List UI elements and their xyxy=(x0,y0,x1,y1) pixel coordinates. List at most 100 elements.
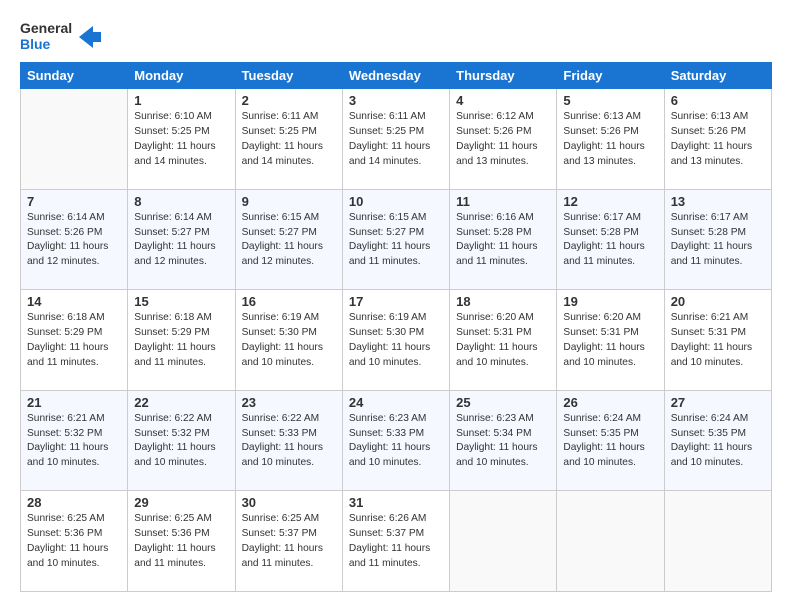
calendar-cell: 2 Sunrise: 6:11 AMSunset: 5:25 PMDaylight… xyxy=(235,89,342,190)
calendar-cell: 13 Sunrise: 6:17 AMSunset: 5:28 PMDayligh… xyxy=(664,189,771,290)
day-number: 11 xyxy=(456,194,550,209)
day-info: Sunrise: 6:19 AMSunset: 5:30 PMDaylight:… xyxy=(349,311,443,370)
day-number: 17 xyxy=(349,294,443,309)
day-number: 20 xyxy=(671,294,765,309)
day-info: Sunrise: 6:21 AMSunset: 5:31 PMDaylight:… xyxy=(671,311,765,370)
calendar-cell: 5 Sunrise: 6:13 AMSunset: 5:26 PMDaylight… xyxy=(557,89,664,190)
day-info: Sunrise: 6:11 AMSunset: 5:25 PMDaylight:… xyxy=(242,110,336,169)
day-info: Sunrise: 6:24 AMSunset: 5:35 PMDaylight:… xyxy=(671,412,765,471)
day-number: 16 xyxy=(242,294,336,309)
day-number: 15 xyxy=(134,294,228,309)
calendar-cell: 26 Sunrise: 6:24 AMSunset: 5:35 PMDayligh… xyxy=(557,390,664,491)
calendar-cell xyxy=(21,89,128,190)
day-info: Sunrise: 6:10 AMSunset: 5:25 PMDaylight:… xyxy=(134,110,228,169)
calendar-cell: 24 Sunrise: 6:23 AMSunset: 5:33 PMDayligh… xyxy=(342,390,449,491)
calendar-cell: 6 Sunrise: 6:13 AMSunset: 5:26 PMDaylight… xyxy=(664,89,771,190)
weekday-header-wednesday: Wednesday xyxy=(342,63,449,89)
day-info: Sunrise: 6:11 AMSunset: 5:25 PMDaylight:… xyxy=(349,110,443,169)
day-info: Sunrise: 6:21 AMSunset: 5:32 PMDaylight:… xyxy=(27,412,121,471)
calendar-cell: 14Sunrise: 6:18 AMSunset: 5:29 PMDayligh… xyxy=(21,290,128,391)
day-number: 5 xyxy=(563,93,657,108)
day-info: Sunrise: 6:20 AMSunset: 5:31 PMDaylight:… xyxy=(456,311,550,370)
weekday-header-sunday: Sunday xyxy=(21,63,128,89)
day-number: 2 xyxy=(242,93,336,108)
day-number: 10 xyxy=(349,194,443,209)
calendar-cell: 12 Sunrise: 6:17 AMSunset: 5:28 PMDayligh… xyxy=(557,189,664,290)
weekday-header-tuesday: Tuesday xyxy=(235,63,342,89)
day-info: Sunrise: 6:17 AMSunset: 5:28 PMDaylight:… xyxy=(563,211,657,270)
day-number: 29 xyxy=(134,495,228,510)
calendar-cell: 30 Sunrise: 6:25 AMSunset: 5:37 PMDayligh… xyxy=(235,491,342,592)
weekday-header-friday: Friday xyxy=(557,63,664,89)
day-info: Sunrise: 6:25 AMSunset: 5:36 PMDaylight:… xyxy=(27,512,121,571)
day-info: Sunrise: 6:23 AMSunset: 5:34 PMDaylight:… xyxy=(456,412,550,471)
day-number: 4 xyxy=(456,93,550,108)
calendar-cell xyxy=(557,491,664,592)
calendar-cell: 4 Sunrise: 6:12 AMSunset: 5:26 PMDaylight… xyxy=(450,89,557,190)
day-info: Sunrise: 6:25 AMSunset: 5:37 PMDaylight:… xyxy=(242,512,336,571)
day-number: 6 xyxy=(671,93,765,108)
day-info: Sunrise: 6:18 AMSunset: 5:29 PMDaylight:… xyxy=(134,311,228,370)
logo-blue: Blue xyxy=(20,36,72,52)
calendar-cell: 7Sunrise: 6:14 AMSunset: 5:26 PMDaylight… xyxy=(21,189,128,290)
day-info: Sunrise: 6:16 AMSunset: 5:28 PMDaylight:… xyxy=(456,211,550,270)
day-info: Sunrise: 6:22 AMSunset: 5:32 PMDaylight:… xyxy=(134,412,228,471)
logo-general: General xyxy=(20,20,72,36)
day-number: 9 xyxy=(242,194,336,209)
day-number: 12 xyxy=(563,194,657,209)
calendar-cell: 18 Sunrise: 6:20 AMSunset: 5:31 PMDayligh… xyxy=(450,290,557,391)
day-number: 21 xyxy=(27,395,121,410)
weekday-header-saturday: Saturday xyxy=(664,63,771,89)
calendar-table: SundayMondayTuesdayWednesdayThursdayFrid… xyxy=(20,62,772,592)
day-number: 28 xyxy=(27,495,121,510)
day-info: Sunrise: 6:15 AMSunset: 5:27 PMDaylight:… xyxy=(242,211,336,270)
day-number: 31 xyxy=(349,495,443,510)
day-info: Sunrise: 6:17 AMSunset: 5:28 PMDaylight:… xyxy=(671,211,765,270)
day-info: Sunrise: 6:18 AMSunset: 5:29 PMDaylight:… xyxy=(27,311,121,370)
day-number: 19 xyxy=(563,294,657,309)
day-number: 1 xyxy=(134,93,228,108)
calendar-cell: 21 Sunrise: 6:21 AMSunset: 5:32 PMDayligh… xyxy=(21,390,128,491)
logo-arrow-icon xyxy=(79,26,101,48)
day-info: Sunrise: 6:14 AMSunset: 5:26 PMDaylight:… xyxy=(27,211,121,270)
day-number: 22 xyxy=(134,395,228,410)
day-info: Sunrise: 6:22 AMSunset: 5:33 PMDaylight:… xyxy=(242,412,336,471)
day-info: Sunrise: 6:14 AMSunset: 5:27 PMDaylight:… xyxy=(134,211,228,270)
calendar-cell: 31 Sunrise: 6:26 AMSunset: 5:37 PMDayligh… xyxy=(342,491,449,592)
calendar-cell: 22 Sunrise: 6:22 AMSunset: 5:32 PMDayligh… xyxy=(128,390,235,491)
day-info: Sunrise: 6:15 AMSunset: 5:27 PMDaylight:… xyxy=(349,211,443,270)
day-number: 18 xyxy=(456,294,550,309)
day-number: 30 xyxy=(242,495,336,510)
day-info: Sunrise: 6:24 AMSunset: 5:35 PMDaylight:… xyxy=(563,412,657,471)
day-info: Sunrise: 6:12 AMSunset: 5:26 PMDaylight:… xyxy=(456,110,550,169)
day-info: Sunrise: 6:19 AMSunset: 5:30 PMDaylight:… xyxy=(242,311,336,370)
header: General Blue xyxy=(20,20,772,52)
calendar-cell: 20 Sunrise: 6:21 AMSunset: 5:31 PMDayligh… xyxy=(664,290,771,391)
day-info: Sunrise: 6:23 AMSunset: 5:33 PMDaylight:… xyxy=(349,412,443,471)
calendar-cell xyxy=(664,491,771,592)
page: General Blue SundayMondayTuesdayWednesda… xyxy=(0,0,792,612)
day-number: 23 xyxy=(242,395,336,410)
day-number: 24 xyxy=(349,395,443,410)
day-number: 13 xyxy=(671,194,765,209)
calendar-cell: 3 Sunrise: 6:11 AMSunset: 5:25 PMDaylight… xyxy=(342,89,449,190)
calendar-cell: 19 Sunrise: 6:20 AMSunset: 5:31 PMDayligh… xyxy=(557,290,664,391)
weekday-header-monday: Monday xyxy=(128,63,235,89)
day-info: Sunrise: 6:13 AMSunset: 5:26 PMDaylight:… xyxy=(563,110,657,169)
logo: General Blue xyxy=(20,20,101,52)
calendar-cell xyxy=(450,491,557,592)
calendar-cell: 1 Sunrise: 6:10 AMSunset: 5:25 PMDaylight… xyxy=(128,89,235,190)
calendar-cell: 23 Sunrise: 6:22 AMSunset: 5:33 PMDayligh… xyxy=(235,390,342,491)
day-number: 3 xyxy=(349,93,443,108)
day-info: Sunrise: 6:20 AMSunset: 5:31 PMDaylight:… xyxy=(563,311,657,370)
calendar-cell: 17 Sunrise: 6:19 AMSunset: 5:30 PMDayligh… xyxy=(342,290,449,391)
day-info: Sunrise: 6:26 AMSunset: 5:37 PMDaylight:… xyxy=(349,512,443,571)
day-number: 26 xyxy=(563,395,657,410)
day-number: 27 xyxy=(671,395,765,410)
day-number: 8 xyxy=(134,194,228,209)
weekday-header-thursday: Thursday xyxy=(450,63,557,89)
calendar-cell: 16 Sunrise: 6:19 AMSunset: 5:30 PMDayligh… xyxy=(235,290,342,391)
calendar-cell: 25Sunrise: 6:23 AMSunset: 5:34 PMDayligh… xyxy=(450,390,557,491)
day-info: Sunrise: 6:13 AMSunset: 5:26 PMDaylight:… xyxy=(671,110,765,169)
day-info: Sunrise: 6:25 AMSunset: 5:36 PMDaylight:… xyxy=(134,512,228,571)
